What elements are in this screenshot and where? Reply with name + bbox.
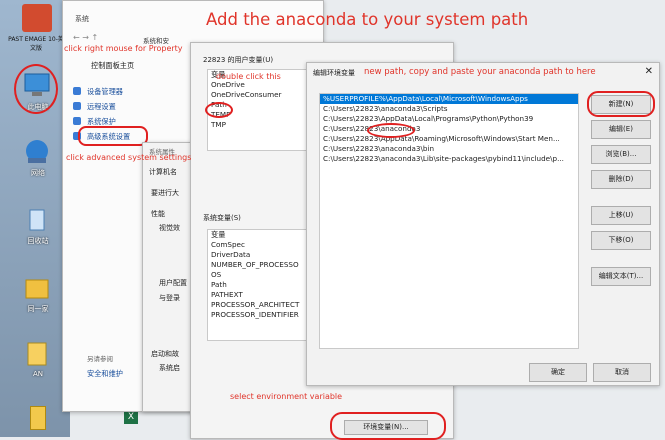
taskbar-file-icon[interactable] bbox=[30, 406, 46, 430]
recycle-bin-icon[interactable] bbox=[22, 206, 52, 234]
app-icon[interactable] bbox=[22, 4, 52, 32]
edit-button[interactable]: 编辑(E) bbox=[591, 120, 651, 139]
banner-title: Add the anaconda to your system path bbox=[206, 10, 529, 29]
user-vars-section-label: 22823 的用户变量(U) bbox=[203, 56, 274, 64]
security-link[interactable]: 安全和维护 bbox=[87, 369, 123, 379]
desktop-icon-label: 回收站 bbox=[27, 237, 49, 245]
system-startup-label: 系统启 bbox=[159, 364, 180, 372]
list-item[interactable]: C:\Users\22823\anaconda3 bbox=[320, 124, 578, 134]
env-var-hint: select environment variable bbox=[230, 392, 343, 401]
list-item[interactable]: C:\Users\22823\anaconda3\bin bbox=[320, 144, 578, 154]
desktop-icon-label: 同一家 bbox=[27, 305, 49, 313]
nav-device-manager[interactable]: 设备管理器 bbox=[87, 87, 123, 97]
visual-effects-label: 视觉效 bbox=[159, 224, 180, 232]
excel-icon[interactable]: X bbox=[124, 410, 138, 424]
desktop-icon-label: AN bbox=[32, 370, 44, 378]
window-title: 系统 bbox=[75, 15, 89, 23]
path-list[interactable]: %USERPROFILE%\AppData\Local\Microsoft\Wi… bbox=[319, 93, 579, 349]
system-vars-section-label: 系统变量(S) bbox=[203, 214, 241, 222]
tab-computer-name[interactable]: 计算机名 bbox=[149, 167, 177, 177]
edit-text-button[interactable]: 编辑文本(T)... bbox=[591, 267, 651, 286]
network-icon[interactable] bbox=[22, 138, 52, 166]
shield-icon bbox=[73, 87, 81, 95]
annotation-circle bbox=[367, 123, 415, 138]
annotation-circle bbox=[78, 126, 148, 146]
nav-remote-settings[interactable]: 远程设置 bbox=[87, 102, 116, 112]
desktop-icon-label: 网络 bbox=[31, 169, 45, 177]
nav-arrows[interactable]: ← → ↑ bbox=[73, 33, 98, 42]
list-item[interactable]: C:\Users\22823\anaconda3\Lib\site-packag… bbox=[320, 154, 578, 164]
edit-env-var-dialog: 编辑环境变量 ✕ %USERPROFILE%\AppData\Local\Mic… bbox=[306, 62, 660, 386]
right-click-hint: click right mouse for Property bbox=[64, 44, 183, 53]
annotation-circle bbox=[330, 412, 446, 440]
shield-icon bbox=[73, 117, 81, 125]
close-icon[interactable]: ✕ bbox=[645, 66, 653, 77]
desktop-icon-label: PAST EMAGE 10-英文版 bbox=[8, 36, 64, 52]
user-profile-label: 用户配置 bbox=[159, 279, 187, 287]
list-item[interactable]: C:\Users\22823\anaconda3\Scripts bbox=[320, 104, 578, 114]
browse-button[interactable]: 浏览(B)... bbox=[591, 145, 651, 164]
startup-label: 启动和故 bbox=[151, 350, 179, 358]
annotation-circle bbox=[14, 64, 58, 114]
list-item[interactable]: C:\Users\22823\AppData\Local\Programs\Py… bbox=[320, 114, 578, 124]
app-icon[interactable] bbox=[22, 340, 52, 368]
double-click-hint: double click this bbox=[216, 72, 281, 81]
shield-icon bbox=[73, 102, 81, 110]
ok-button[interactable]: 确定 bbox=[529, 363, 587, 382]
performance-label: 性能 bbox=[151, 210, 165, 218]
control-panel-home-link[interactable]: 控制面板主页 bbox=[91, 61, 134, 71]
delete-button[interactable]: 删除(D) bbox=[591, 170, 651, 189]
move-down-button[interactable]: 下移(O) bbox=[591, 231, 651, 250]
move-up-button[interactable]: 上移(U) bbox=[591, 206, 651, 225]
dialog-title: 编辑环境变量 bbox=[313, 69, 355, 77]
login-label: 与登录 bbox=[159, 294, 180, 302]
new-path-hint: new path, copy and paste your anaconda p… bbox=[364, 67, 596, 77]
list-item[interactable]: %USERPROFILE%\AppData\Local\Microsoft\Wi… bbox=[320, 94, 578, 104]
list-item[interactable]: C:\Users\22823\AppData\Roaming\Microsoft… bbox=[320, 134, 578, 144]
see-also-label: 另请参阅 bbox=[87, 355, 113, 363]
advanced-hint: click advanced system settings bbox=[66, 153, 192, 162]
annotation-circle bbox=[587, 91, 655, 117]
folder-icon[interactable] bbox=[22, 274, 52, 302]
annotation-circle bbox=[205, 102, 233, 118]
cancel-button[interactable]: 取消 bbox=[593, 363, 651, 382]
admin-note: 要进行大 bbox=[151, 189, 179, 197]
